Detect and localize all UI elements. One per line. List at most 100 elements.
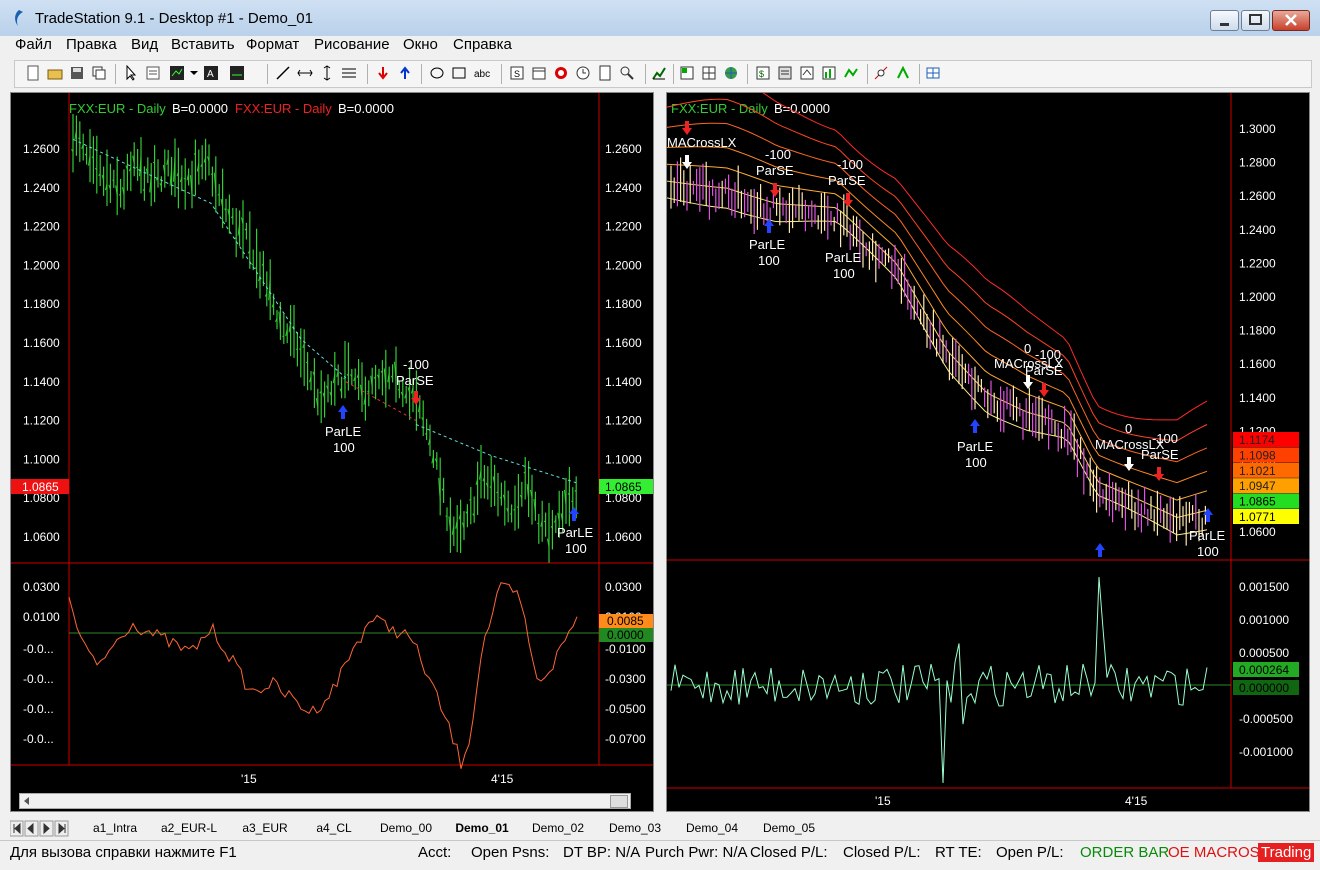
menu-view[interactable]: Вид [131,36,158,53]
price-tick-right: 1.2000 [605,258,642,272]
tab-a4-cl[interactable]: a4_CL [301,820,367,837]
tab-demo-02[interactable]: Demo_02 [520,820,596,837]
matrix-icon[interactable] [701,65,717,81]
band-value: 1.1098 [1239,448,1276,462]
up-arrow-icon[interactable] [397,65,413,81]
up-arrow-icon [338,405,348,419]
save-icon[interactable] [69,65,85,81]
fibonacci-icon[interactable] [341,65,357,81]
menu-window[interactable]: Окно [403,36,438,53]
windows-icon[interactable] [91,65,107,81]
menu-drawing[interactable]: Рисование [314,36,390,53]
scroll-thumb[interactable] [610,795,628,808]
menu-insert[interactable]: Вставить [171,36,235,53]
oe-macros-button[interactable]: OE MACROS [1168,844,1260,861]
drawing-tools-icon[interactable] [873,65,889,81]
grid-view-icon[interactable] [925,65,941,81]
optimize-icon[interactable] [843,65,859,81]
tab-nav-arrows-icon[interactable] [10,820,80,838]
open-folder-icon[interactable] [47,65,63,81]
ellipse-icon[interactable] [429,65,445,81]
tab-demo-04[interactable]: Demo_04 [674,820,750,837]
target-icon[interactable] [553,65,569,81]
vertical-line-icon[interactable] [319,65,335,81]
rectangle-icon[interactable] [451,65,467,81]
price-tick-right: 1.0600 [1239,525,1276,539]
quote-icon[interactable]: S [509,65,525,81]
band-value: 1.0865 [1239,495,1276,509]
tab-demo-01[interactable]: Demo_01 [445,820,519,837]
band-value: 1.1021 [1239,464,1276,478]
maximize-icon [1242,11,1269,30]
strategy-chart-icon[interactable] [651,65,667,81]
order-entry-icon[interactable]: $ [755,65,771,81]
strategy-performance-icon[interactable] [821,65,837,81]
tab-a1-intra[interactable]: a1_Intra [82,820,148,837]
left-chart-window[interactable]: FXX:EUR - Daily B=0.0000 FXX:EUR - Daily… [10,92,654,812]
horizontal-line-icon[interactable] [297,65,313,81]
up-arrow-icon [1203,508,1213,522]
text-tool-icon[interactable]: abc [473,65,495,81]
trendline-icon[interactable] [275,65,291,81]
maximize-button[interactable] [1241,10,1270,31]
text-color-icon[interactable]: A [203,65,219,81]
left-chart-canvas[interactable]: FXX:EUR - Daily B=0.0000 FXX:EUR - Daily… [11,93,653,811]
radar-screen-icon[interactable] [679,65,695,81]
minimize-button[interactable] [1210,10,1239,31]
pointer-icon[interactable] [123,65,139,81]
order-bar-button[interactable]: ORDER BAR [1080,844,1169,861]
menu-edit[interactable]: Правка [66,36,117,53]
up-arrow-icon [569,507,579,521]
left-header-symbol-red: FXX:EUR - Daily [235,101,332,116]
hot-list-icon[interactable] [895,65,911,81]
tab-demo-05[interactable]: Demo_05 [751,820,827,837]
osc-tick-right: -0.000500 [1239,712,1293,726]
calendar-icon[interactable] [531,65,547,81]
signal-label: MACrossLX [667,135,737,150]
price-tick-right: 1.1600 [605,336,642,350]
scroll-left-icon[interactable] [20,794,34,808]
tab-a3-eur[interactable]: a3_EUR [230,820,300,837]
trade-manager-icon[interactable] [799,65,815,81]
osc-tick-right: 0.001000 [1239,613,1289,627]
toolbar: A abc S $ [14,60,1312,88]
osc-tick-right: -0.001000 [1239,745,1293,759]
signal-qty: 100 [333,440,355,455]
account-icon[interactable] [777,65,793,81]
data-window-icon[interactable] [145,65,161,81]
close-button[interactable] [1272,10,1310,31]
new-document-icon[interactable] [25,65,41,81]
tab-demo-00[interactable]: Demo_00 [368,820,444,837]
price-tick-right: 1.1800 [1239,324,1276,338]
scanner-icon[interactable] [619,65,635,81]
indicator-icon[interactable] [229,65,245,81]
menu-help[interactable]: Справка [453,36,512,53]
signal-label: ParSE [828,173,866,188]
tab-a2-eur-l[interactable]: a2_EUR-L [149,820,229,837]
price-bar-open [469,500,471,501]
note-icon[interactable] [597,65,613,81]
x-label: 4'15 [491,772,514,786]
signal-label: ParLE [957,439,993,454]
chart-analysis-icon[interactable] [169,65,185,81]
dropdown-icon[interactable] [189,65,199,81]
menu-format[interactable]: Формат [246,36,299,53]
right-chart-canvas[interactable]: FXX:EUR - Daily B=0.0000 1.30001.28001.2… [667,93,1309,811]
envelope-band [667,99,1207,441]
globe-icon[interactable] [723,65,739,81]
signal-qty: 100 [833,266,855,281]
close-icon [1273,11,1309,30]
left-header-symbol: FXX:EUR - Daily [69,101,166,116]
signal-label: ParLE [325,424,361,439]
right-chart-window[interactable]: FXX:EUR - Daily B=0.0000 1.30001.28001.2… [666,92,1310,812]
left-horizontal-scrollbar[interactable] [19,793,631,809]
clock-icon[interactable] [575,65,591,81]
oscillator-line [69,583,577,769]
trading-toggle[interactable]: Trading [1258,843,1314,862]
signal-qty: -100 [1152,431,1178,446]
down-arrow-icon[interactable] [375,65,391,81]
tab-demo-03[interactable]: Demo_03 [597,820,673,837]
down-arrow-icon [682,121,692,135]
menu-file[interactable]: Файл [15,36,52,53]
osc-tick-left: -0.0... [23,732,54,746]
